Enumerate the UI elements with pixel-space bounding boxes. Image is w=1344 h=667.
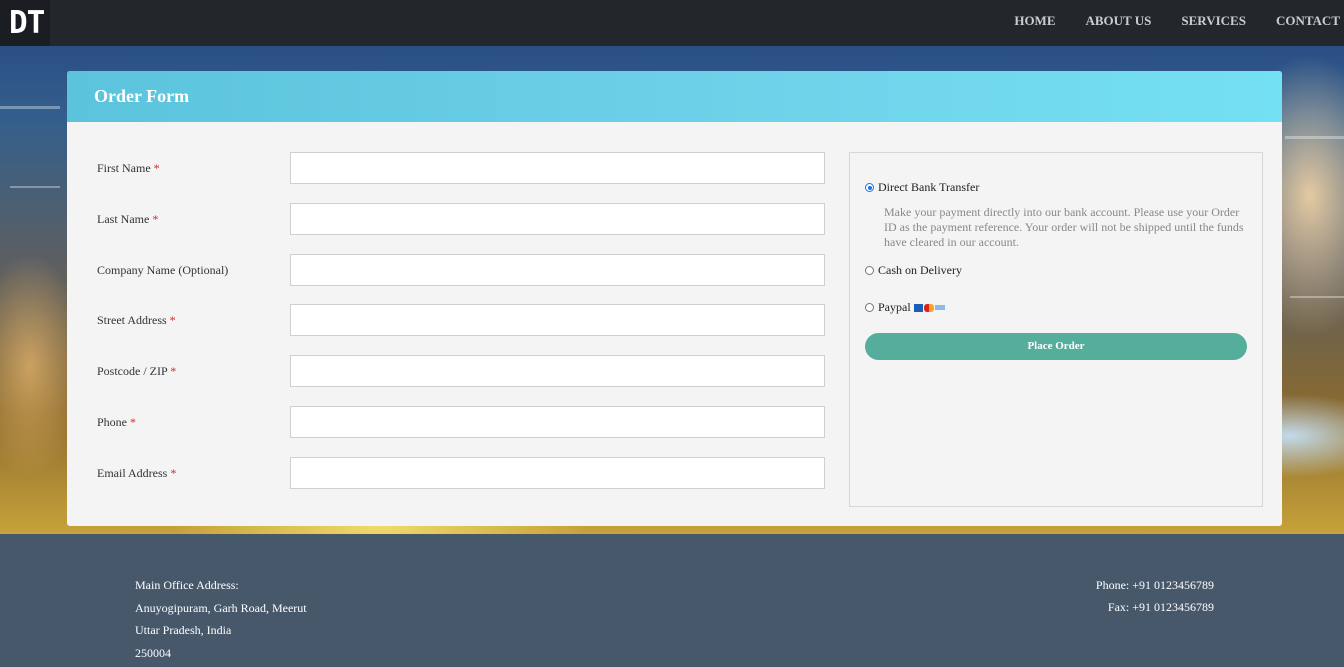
office-address: Main Office Address: Anuyogipuram, Garh … [135, 574, 307, 664]
phone-number: Phone: +91 0123456789 [1095, 578, 1214, 592]
payment-option-bank[interactable]: Direct Bank Transfer [865, 180, 979, 195]
payment-option-label: Cash on Delivery [878, 263, 962, 277]
first-name-input[interactable] [290, 152, 825, 184]
order-form-card: Order Form First Name * Last Name * Comp… [67, 71, 1282, 526]
payment-panel: Direct Bank Transfer Make your payment d… [849, 152, 1263, 507]
payment-option-paypal[interactable]: Paypal [865, 300, 945, 315]
address-line: 250004 [135, 645, 171, 660]
place-order-button[interactable]: Place Order [865, 333, 1247, 360]
top-navbar: DT HOME ABOUT US SERVICES CONTACT [0, 0, 1344, 46]
required-mark: * [170, 466, 177, 480]
address-line: Anuyogipuram, Garh Road, Meerut [135, 600, 307, 615]
radio-bank-transfer[interactable] [865, 183, 874, 192]
postcode-input[interactable] [290, 355, 825, 387]
radio-cash-on-delivery[interactable] [865, 266, 874, 275]
email-label: Email Address * [97, 466, 177, 480]
street-address-label: Street Address * [97, 313, 176, 327]
last-name-input[interactable] [290, 203, 825, 235]
payment-option-cod[interactable]: Cash on Delivery [865, 263, 962, 278]
fax-number: Fax: +91 0123456789 [1107, 600, 1214, 614]
payment-option-label: Direct Bank Transfer [878, 180, 980, 194]
light-streak [10, 186, 60, 188]
phone-label: Phone * [97, 415, 136, 429]
required-mark: * [169, 313, 176, 327]
address-line: Main Office Address: [135, 578, 239, 592]
required-mark: * [130, 415, 136, 429]
company-name-input[interactable] [290, 254, 825, 286]
footer: Main Office Address: Anuyogipuram, Garh … [0, 534, 1344, 667]
page-title: Order Form [94, 86, 190, 106]
first-name-label: First Name * [97, 161, 160, 175]
radio-paypal[interactable] [865, 303, 874, 312]
required-mark: * [170, 364, 177, 378]
nav-services[interactable]: SERVICES [1181, 0, 1246, 46]
nav-about-us[interactable]: ABOUT US [1086, 0, 1152, 46]
bank-transfer-description: Make your payment directly into our bank… [884, 205, 1244, 249]
light-streak [1285, 136, 1344, 139]
required-mark: * [152, 212, 159, 226]
light-streak [0, 106, 60, 109]
postcode-label: Postcode / ZIP * [97, 364, 177, 378]
payment-option-label: Paypal [878, 300, 911, 314]
required-mark: * [153, 161, 160, 175]
street-address-input[interactable] [290, 304, 825, 336]
site-logo[interactable]: DT [0, 0, 50, 46]
light-streak [1290, 296, 1344, 298]
phone-input[interactable] [290, 406, 825, 438]
last-name-label: Last Name * [97, 212, 159, 226]
nav-contact[interactable]: CONTACT [1276, 0, 1340, 46]
address-line: Uttar Pradesh, India [135, 623, 232, 637]
contact-info: Phone: +91 0123456789 Fax: +91 012345678… [1096, 574, 1214, 618]
company-name-label: Company Name (Optional) [97, 263, 229, 277]
order-form-header: Order Form [67, 71, 1282, 122]
email-input[interactable] [290, 457, 825, 489]
nav-home[interactable]: HOME [1014, 0, 1055, 46]
main-nav: HOME ABOUT US SERVICES CONTACT [984, 0, 1344, 46]
payment-cards-icon [913, 303, 945, 312]
